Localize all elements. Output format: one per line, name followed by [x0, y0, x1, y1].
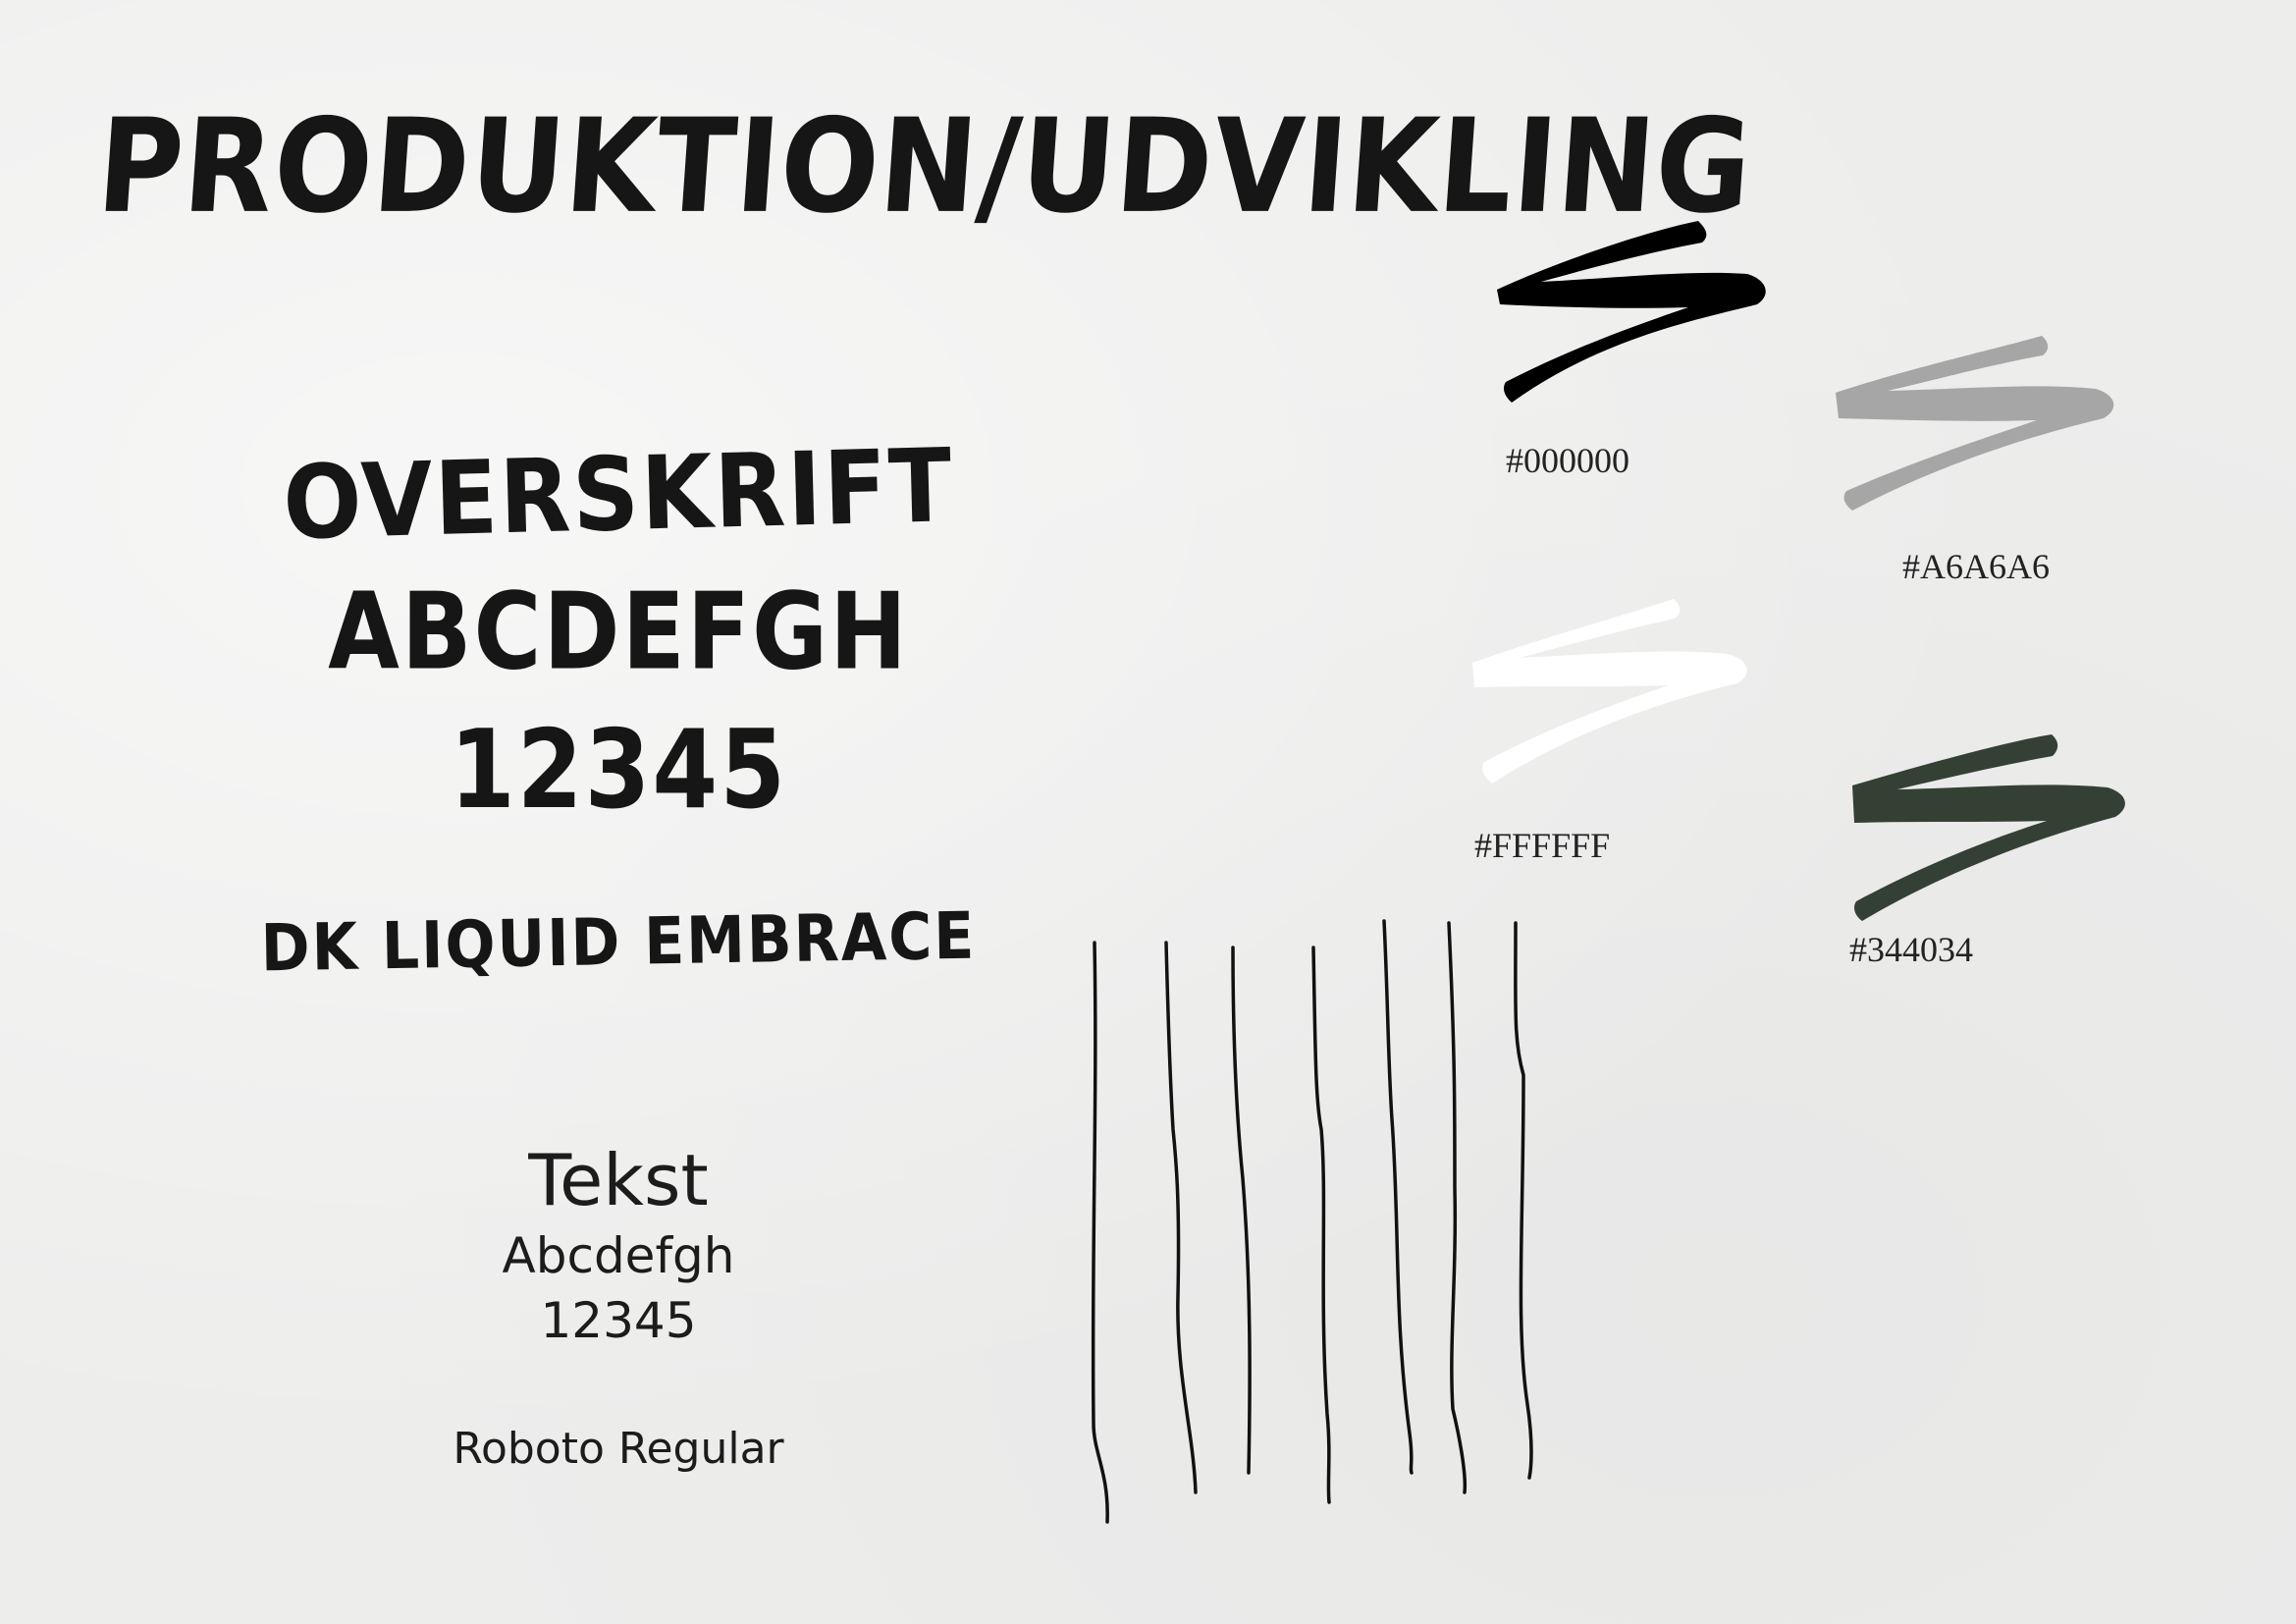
text-font-sample-letters: Abcdefgh: [502, 1227, 735, 1284]
line-texture-illustration: [1091, 919, 1533, 1524]
heading-font-sample-letters: ABCDEFGH: [328, 570, 909, 695]
text-font-sample-digits: 12345: [540, 1292, 697, 1349]
color-swatch-white: [1472, 599, 1747, 784]
swatch-hex-dark-green: #344034: [1849, 930, 1973, 969]
texture-line: [1514, 921, 1533, 1480]
texture-line: [1382, 919, 1414, 1475]
heading-font-sample-word: OVERSKRIFT: [282, 427, 955, 564]
color-swatch-grey: [1836, 336, 2114, 511]
swatch-hex-grey: #A6A6A6: [1902, 547, 2050, 586]
texture-line: [1447, 921, 1468, 1494]
texture-line: [1164, 941, 1198, 1494]
swatch-hex-white: #FFFFFF: [1474, 826, 1611, 865]
text-font-name: Roboto Regular: [453, 1424, 784, 1474]
heading-font-name: DK LIQUID EMBRACE: [260, 898, 977, 987]
texture-line: [1231, 946, 1252, 1475]
texture-line: [1311, 946, 1331, 1504]
color-swatch-dark-green: [1852, 734, 2125, 921]
text-font-sample-word: Tekst: [528, 1139, 709, 1221]
texture-line: [1091, 941, 1109, 1524]
heading-font-sample-digits: 12345: [450, 706, 787, 834]
color-swatch-black: [1497, 221, 1766, 403]
swatch-hex-black: #000000: [1506, 441, 1629, 480]
moodboard-page: PRODUKTION/UDVIKLING OVERSKRIFT ABCDEFGH…: [0, 0, 2296, 1624]
